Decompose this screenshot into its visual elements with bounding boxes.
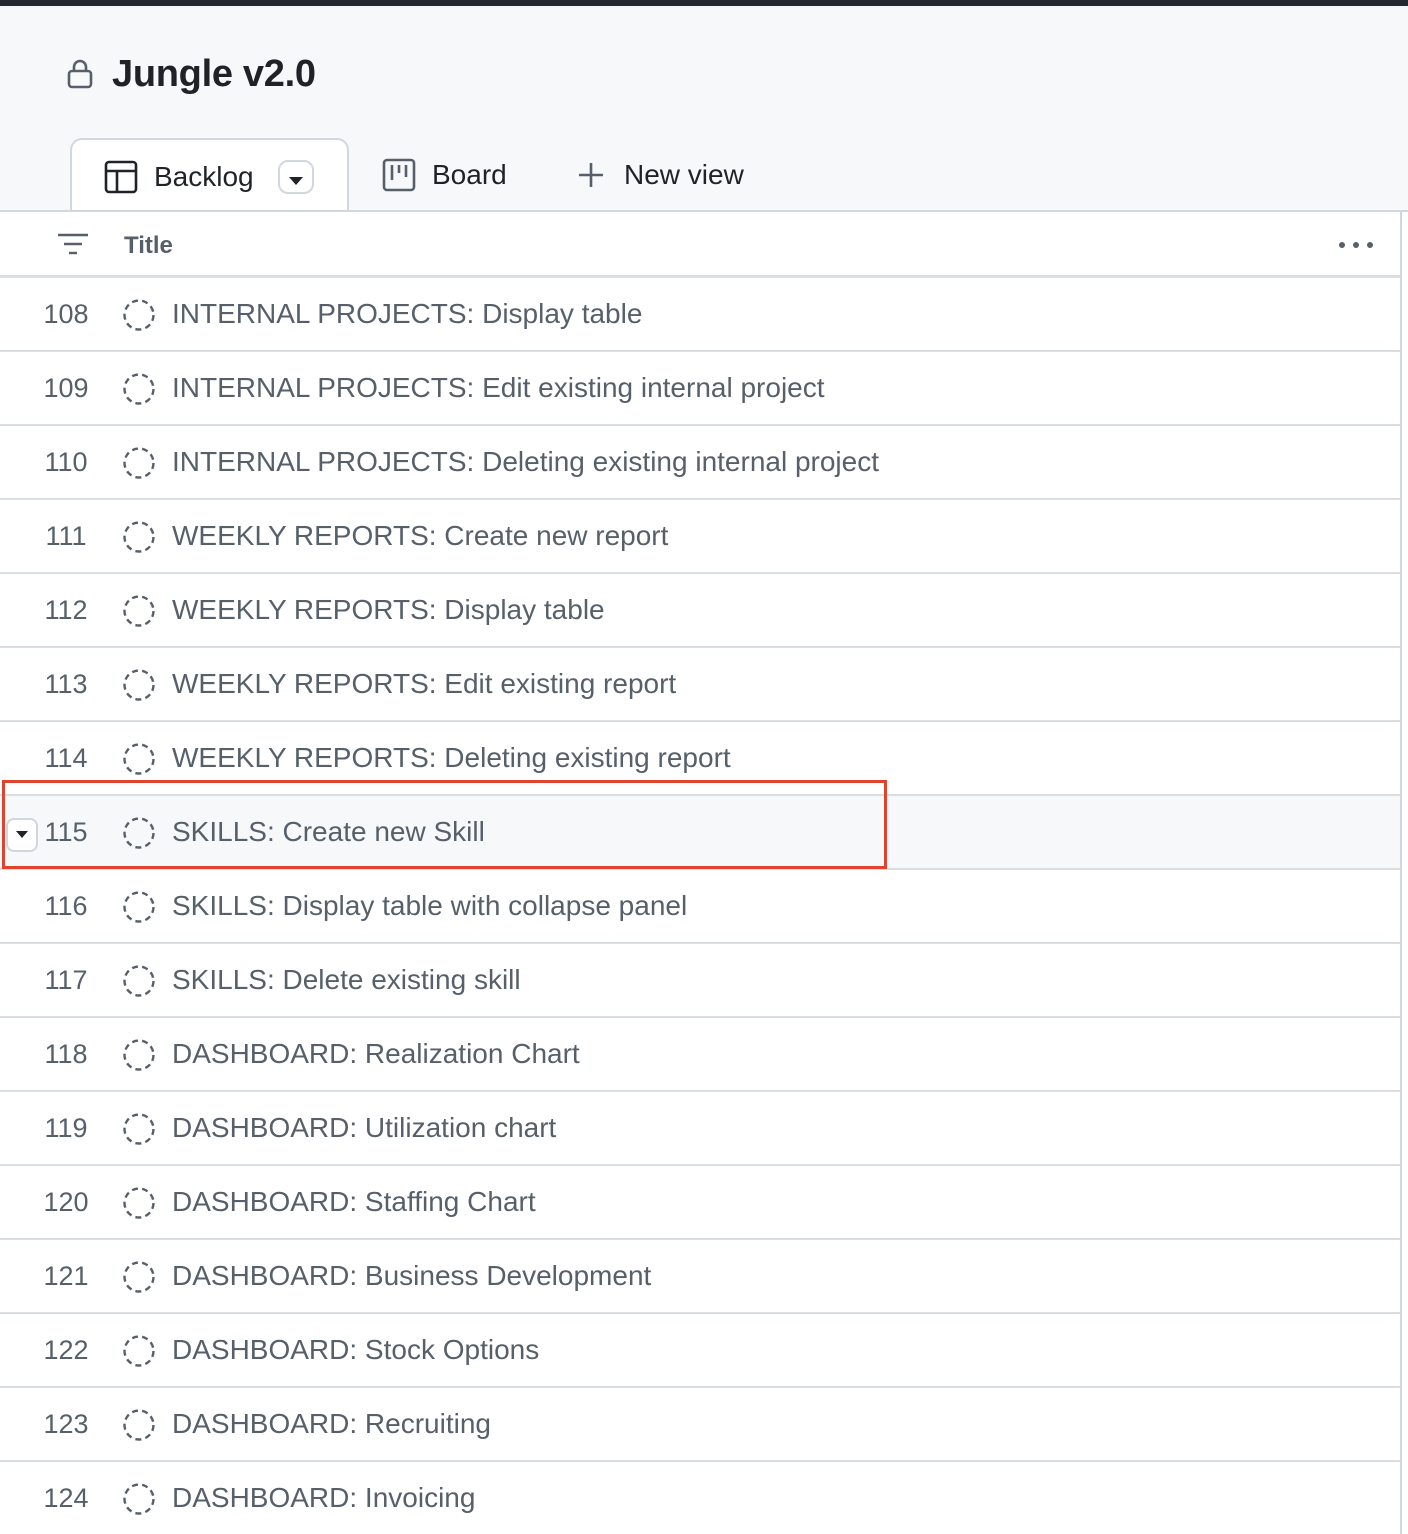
draft-status-icon <box>122 1482 156 1516</box>
table-row[interactable]: 114 WEEKLY REPORTS: Deleting existing re… <box>0 722 1400 796</box>
table-header: Title <box>0 212 1400 278</box>
row-title[interactable]: DASHBOARD: Business Development <box>172 1240 651 1312</box>
tab-board-label: Board <box>432 159 507 190</box>
draft-status-icon <box>122 520 156 554</box>
row-title[interactable]: DASHBOARD: Realization Chart <box>172 1018 580 1090</box>
draft-status-icon <box>122 1038 156 1072</box>
tab-board[interactable]: Board <box>382 138 507 212</box>
view-options-button[interactable] <box>277 160 314 194</box>
draft-status-icon <box>122 742 156 776</box>
row-title[interactable]: SKILLS: Create new Skill <box>172 796 485 868</box>
page-title: Jungle v2.0 <box>112 52 316 95</box>
draft-status-icon <box>122 594 156 628</box>
lock-icon <box>66 58 94 90</box>
row-number: 116 <box>44 890 88 921</box>
row-title[interactable]: INTERNAL PROJECTS: Deleting existing int… <box>172 426 879 498</box>
row-title[interactable]: WEEKLY REPORTS: Edit existing report <box>172 648 676 720</box>
draft-status-icon <box>122 816 156 850</box>
row-number: 123 <box>43 1408 89 1439</box>
row-number: 113 <box>44 668 88 699</box>
draft-status-icon <box>122 446 156 480</box>
table-row[interactable]: 124 DASHBOARD: Invoicing <box>0 1462 1400 1534</box>
table-row[interactable]: 108 INTERNAL PROJECTS: Display table <box>0 278 1400 352</box>
draft-status-icon <box>122 1112 156 1146</box>
table-row[interactable]: 109 INTERNAL PROJECTS: Edit existing int… <box>0 352 1400 426</box>
draft-status-icon <box>122 1260 156 1294</box>
draft-status-icon <box>122 1334 156 1368</box>
row-number: 112 <box>44 594 88 625</box>
row-number: 119 <box>44 1112 88 1143</box>
draft-status-icon <box>122 964 156 998</box>
row-number: 122 <box>43 1334 89 1365</box>
row-title[interactable]: WEEKLY REPORTS: Create new report <box>172 500 668 572</box>
table-row-selected[interactable]: 115 SKILLS: Create new Skill <box>0 796 1400 870</box>
table-row[interactable]: 116 SKILLS: Display table with collapse … <box>0 870 1400 944</box>
row-number: 109 <box>43 372 89 403</box>
table-icon <box>104 160 138 194</box>
draft-status-icon <box>122 372 156 406</box>
draft-status-icon <box>122 1408 156 1442</box>
row-number: 108 <box>43 298 89 329</box>
row-title[interactable]: WEEKLY REPORTS: Display table <box>172 574 605 646</box>
table-row[interactable]: 119 DASHBOARD: Utilization chart <box>0 1092 1400 1166</box>
table-row[interactable]: 110 INTERNAL PROJECTS: Deleting existing… <box>0 426 1400 500</box>
row-number: 115 <box>44 816 88 847</box>
table-rows: 108 INTERNAL PROJECTS: Display table 109… <box>0 278 1400 1534</box>
row-number: 110 <box>44 446 88 477</box>
draft-status-icon <box>122 890 156 924</box>
row-number: 117 <box>44 964 88 995</box>
new-view-label: New view <box>624 159 744 190</box>
table-row[interactable]: 112 WEEKLY REPORTS: Display table <box>0 574 1400 648</box>
project-title-row: Jungle v2.0 <box>66 52 316 95</box>
table-row[interactable]: 113 WEEKLY REPORTS: Edit existing report <box>0 648 1400 722</box>
row-number: 118 <box>44 1038 88 1069</box>
backlog-table: Title 108 INTERNAL PROJECTS: Display tab… <box>0 212 1402 1534</box>
row-title[interactable]: DASHBOARD: Recruiting <box>172 1388 491 1460</box>
plus-icon <box>576 158 606 192</box>
row-number: 114 <box>44 742 88 773</box>
table-row[interactable]: 117 SKILLS: Delete existing skill <box>0 944 1400 1018</box>
row-number: 121 <box>43 1260 89 1291</box>
table-row[interactable]: 122 DASHBOARD: Stock Options <box>0 1314 1400 1388</box>
chevron-down-icon <box>288 161 304 193</box>
row-title[interactable]: INTERNAL PROJECTS: Edit existing interna… <box>172 352 825 424</box>
table-row[interactable]: 121 DASHBOARD: Business Development <box>0 1240 1400 1314</box>
row-title[interactable]: DASHBOARD: Utilization chart <box>172 1092 556 1164</box>
draft-status-icon <box>122 668 156 702</box>
project-header: Jungle v2.0 Backlog Board New view <box>0 6 1408 214</box>
view-tabs: Backlog Board New view <box>0 138 1408 214</box>
row-title[interactable]: DASHBOARD: Staffing Chart <box>172 1166 536 1238</box>
table-row[interactable]: 118 DASHBOARD: Realization Chart <box>0 1018 1400 1092</box>
column-header-title[interactable]: Title <box>124 232 173 260</box>
row-title[interactable]: SKILLS: Display table with collapse pane… <box>172 870 687 942</box>
row-title[interactable]: SKILLS: Delete existing skill <box>172 944 521 1016</box>
row-number: 111 <box>45 520 87 551</box>
row-title[interactable]: INTERNAL PROJECTS: Display table <box>172 278 642 350</box>
tab-backlog[interactable]: Backlog <box>70 138 349 214</box>
new-view-button[interactable]: New view <box>576 138 744 212</box>
table-row[interactable]: 123 DASHBOARD: Recruiting <box>0 1388 1400 1462</box>
row-title[interactable]: DASHBOARD: Stock Options <box>172 1314 539 1386</box>
sort-filter-icon[interactable] <box>56 230 90 260</box>
tab-backlog-label: Backlog <box>154 161 254 192</box>
row-number: 124 <box>43 1482 89 1513</box>
board-icon <box>382 158 416 192</box>
row-title[interactable]: DASHBOARD: Invoicing <box>172 1462 475 1534</box>
more-options-icon[interactable] <box>1336 230 1376 260</box>
draft-status-icon <box>122 298 156 332</box>
table-row[interactable]: 120 DASHBOARD: Staffing Chart <box>0 1166 1400 1240</box>
row-title[interactable]: WEEKLY REPORTS: Deleting existing report <box>172 722 731 794</box>
table-row[interactable]: 111 WEEKLY REPORTS: Create new report <box>0 500 1400 574</box>
row-number: 120 <box>43 1186 89 1217</box>
draft-status-icon <box>122 1186 156 1220</box>
